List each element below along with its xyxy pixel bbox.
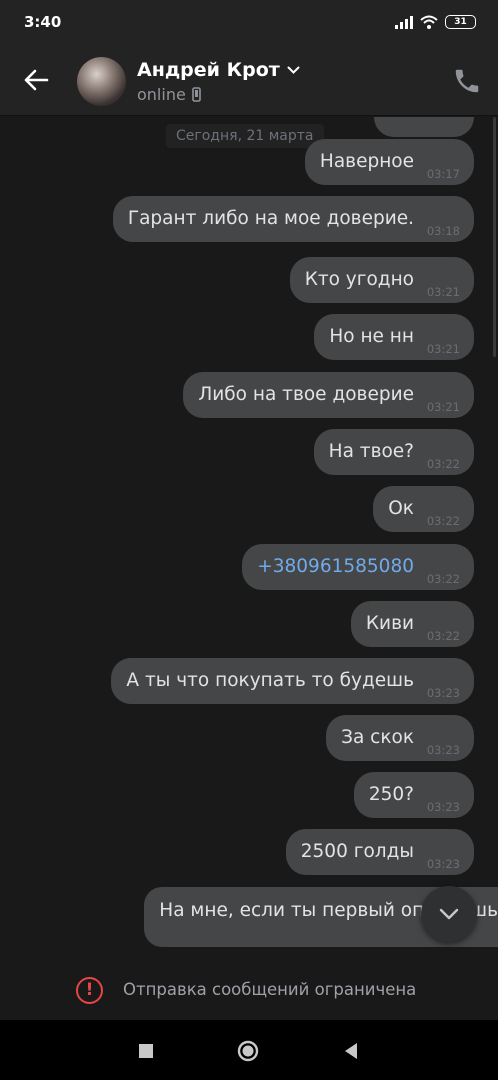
message-bubble[interactable]: 250? 03:23 — [353, 772, 474, 818]
message-bubble[interactable]: Но не нн 03:21 — [314, 314, 474, 360]
status-icons: 31 — [395, 15, 476, 29]
message-time: 03:23 — [426, 857, 460, 871]
message-time: 03:18 — [426, 224, 460, 238]
message-time: 03:22 — [426, 572, 460, 586]
system-nav-bar — [0, 1020, 498, 1080]
chevron-down-icon — [439, 908, 459, 920]
message-text: 250? — [368, 784, 414, 805]
message-bubble[interactable]: +380961585080 03:22 — [242, 544, 474, 590]
battery-level: 31 — [454, 17, 467, 27]
message-link[interactable]: +380961585080 — [257, 556, 414, 577]
message-text: 2500 голды — [300, 841, 414, 862]
message-bubble[interactable]: Либо на твое доверие 03:21 — [183, 372, 474, 418]
message-bubble[interactable]: Гарант либо на мое доверие. 03:18 — [112, 196, 474, 242]
back-triangle-icon[interactable] — [340, 1040, 362, 1062]
battery-icon: 31 — [445, 15, 476, 29]
message-time: 03:22 — [426, 514, 460, 528]
signal-icon — [395, 15, 413, 29]
call-button[interactable] — [452, 66, 482, 96]
home-icon[interactable] — [237, 1040, 259, 1062]
mobile-phone-icon — [192, 87, 201, 102]
message-time: 03:21 — [426, 285, 460, 299]
message-text: Но не нн — [329, 326, 414, 347]
message-time: 03:23 — [426, 743, 460, 757]
contact-name[interactable]: Андрей Крот — [137, 59, 300, 81]
message-text: Кто угодно — [304, 269, 414, 290]
message-text: За скок — [341, 727, 414, 748]
message-time: 03:17 — [426, 167, 460, 181]
message-time: 03:22 — [426, 629, 460, 643]
date-separator: Сегодня, 21 марта — [166, 124, 324, 148]
message-time: 03:23 — [426, 686, 460, 700]
message-time: 03:23 — [426, 800, 460, 814]
chat-header: Андрей Крот online — [0, 46, 498, 116]
message-time: 03:21 — [426, 400, 460, 414]
contact-name-label: Андрей Крот — [137, 59, 280, 81]
message-bubble[interactable]: 2500 голды 03:23 — [285, 829, 474, 875]
message-bubble[interactable]: Кто угодно 03:21 — [289, 257, 474, 303]
contact-status-label: online — [137, 85, 186, 104]
scroll-down-button[interactable] — [421, 886, 477, 942]
wifi-icon — [420, 15, 438, 29]
back-button[interactable] — [18, 62, 54, 98]
message-text: Либо на твое доверие — [198, 384, 414, 405]
message-bubble[interactable]: За скок 03:23 — [326, 715, 474, 761]
message-bubble[interactable]: Киви 03:22 — [350, 601, 474, 647]
scrollbar[interactable] — [493, 117, 496, 357]
status-time: 3:40 — [24, 13, 62, 31]
restriction-notice: ! Отправка сообщений ограничена — [0, 962, 498, 1020]
message-text: На твое? — [328, 441, 414, 462]
message-text: Наверное — [319, 151, 414, 172]
message-bubble[interactable]: Наверное 03:17 — [304, 139, 474, 185]
phone-icon — [455, 69, 479, 93]
chevron-down-icon — [287, 66, 300, 74]
partial-message-bubble[interactable] — [374, 117, 474, 137]
recents-icon[interactable] — [135, 1040, 157, 1062]
contact-status: online — [137, 85, 201, 104]
message-list[interactable]: Сегодня, 21 марта Наверное 03:17 Гарант ли… — [0, 117, 498, 962]
message-text: Киви — [365, 613, 414, 634]
message-text: А ты что покупать то будешь — [126, 670, 414, 691]
message-bubble[interactable]: А ты что покупать то будешь 03:23 — [111, 658, 474, 704]
message-bubble[interactable]: На твое? 03:22 — [313, 429, 474, 475]
status-bar: 3:40 31 — [0, 0, 498, 46]
arrow-left-icon — [24, 69, 49, 91]
exclamation-icon: ! — [76, 977, 103, 1004]
message-bubble[interactable]: Ок 03:22 — [373, 486, 474, 532]
message-time: 03:22 — [426, 457, 460, 471]
avatar[interactable] — [77, 57, 126, 106]
message-text: Гарант либо на мое доверие. — [127, 208, 414, 229]
message-text: Ок — [388, 498, 414, 519]
restriction-text: Отправка сообщений ограничена — [123, 980, 417, 999]
message-time: 03:21 — [426, 342, 460, 356]
